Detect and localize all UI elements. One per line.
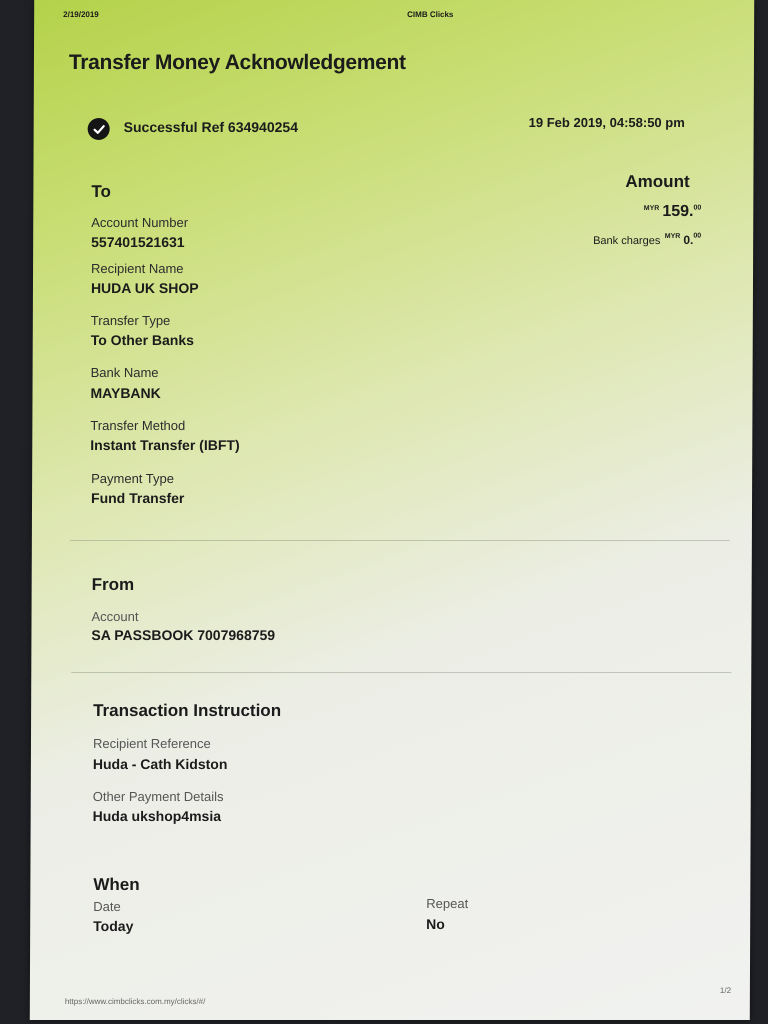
from-heading: From xyxy=(91,575,135,594)
bank-charges-label: Bank charges xyxy=(593,235,661,247)
transfer-type-value: To Other Banks xyxy=(90,332,194,348)
other-payment-details-value: Huda ukshop4msia xyxy=(92,808,222,824)
bank-name-label: Bank Name xyxy=(90,365,159,380)
recipient-reference-label: Recipient Reference xyxy=(92,736,211,751)
amount-heading: Amount xyxy=(625,172,690,191)
recipient-name-label: Recipient Name xyxy=(91,261,184,276)
bank-name-value: MAYBANK xyxy=(90,385,161,401)
print-site-title: CIMB Clicks xyxy=(407,10,454,19)
from-account-value: SA PASSBOOK 7007968759 xyxy=(91,627,276,643)
transfer-type-label: Transfer Type xyxy=(90,313,171,328)
recipient-reference-value: Huda - Cath Kidston xyxy=(92,756,228,772)
bank-charges-value: 0. xyxy=(683,233,694,247)
bank-charges-currency: MYR xyxy=(664,232,681,240)
transfer-method-value: Instant Transfer (IBFT) xyxy=(90,437,240,453)
recipient-name-value: HUDA UK SHOP xyxy=(90,280,199,296)
section-divider xyxy=(71,672,732,673)
payment-type-label: Payment Type xyxy=(91,471,175,486)
footer-url: https://www.cimbclicks.com.my/clicks/#/ xyxy=(64,997,206,1006)
to-heading: To xyxy=(91,182,111,201)
success-check-icon xyxy=(87,118,110,140)
bank-charges-cents: 00 xyxy=(693,232,702,240)
transaction-datetime: 19 Feb 2019, 04:58:50 pm xyxy=(528,115,685,130)
transfer-method-label: Transfer Method xyxy=(90,418,186,433)
account-number-label: Account Number xyxy=(91,215,189,230)
instruction-heading: Transaction Instruction xyxy=(93,701,282,720)
bank-charges: Bank charges MYR 0.00 xyxy=(593,231,701,249)
printed-page: 2/19/2019 CIMB Clicks Transfer Money Ack… xyxy=(29,0,755,1020)
payment-type-value: Fund Transfer xyxy=(91,490,185,506)
account-number-value: 557401521631 xyxy=(91,234,185,250)
amount-main: 159. xyxy=(662,203,694,220)
repeat-label: Repeat xyxy=(426,896,469,911)
date-label: Date xyxy=(93,899,121,914)
when-heading: When xyxy=(93,875,140,894)
amount-currency: MYR xyxy=(643,204,660,212)
status-reference: Successful Ref 634940254 xyxy=(123,119,299,135)
from-account-label: Account xyxy=(91,609,139,624)
page-title: Transfer Money Acknowledgement xyxy=(68,51,406,74)
date-value: Today xyxy=(93,918,134,934)
other-payment-details-label: Other Payment Details xyxy=(92,789,224,804)
amount-value: MYR 159.00 xyxy=(644,203,702,221)
section-divider xyxy=(69,540,730,541)
page-number: 1/2 xyxy=(719,986,732,995)
amount-cents: 00 xyxy=(693,204,702,212)
repeat-value: No xyxy=(426,916,445,932)
print-date: 2/19/2019 xyxy=(63,10,99,19)
